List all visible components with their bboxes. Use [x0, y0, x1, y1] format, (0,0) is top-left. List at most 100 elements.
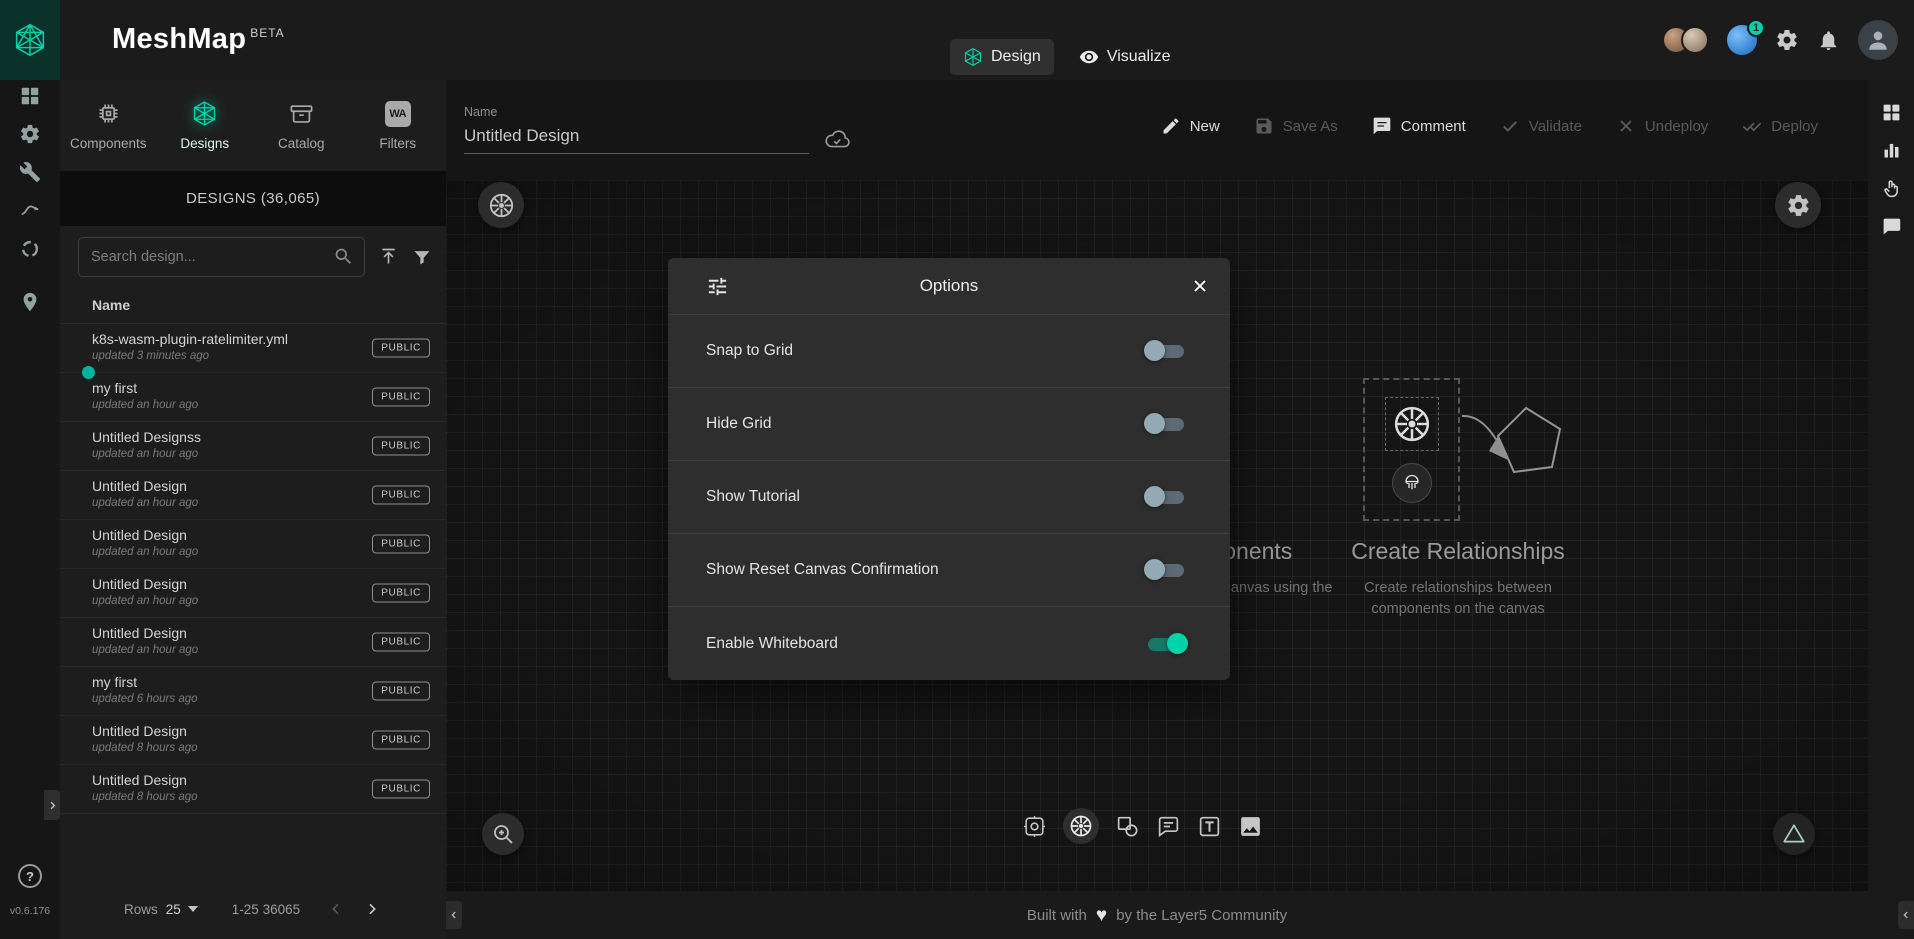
show-tutorial-toggle[interactable] — [1144, 484, 1188, 510]
tab-designs[interactable]: Designs — [157, 80, 254, 171]
cone-shape-button[interactable] — [1773, 813, 1815, 855]
search-icon — [333, 246, 354, 267]
new-design-button[interactable]: New — [1161, 116, 1220, 136]
design-row[interactable]: Untitled Design updated an hour ago PUBL… — [60, 471, 446, 520]
deploy-button[interactable]: Deploy — [1742, 116, 1818, 136]
hide-grid-toggle[interactable] — [1144, 411, 1188, 437]
rail-extensions-button[interactable] — [19, 238, 41, 260]
dock-application-button[interactable] — [1022, 814, 1047, 839]
dock-text-button[interactable] — [1197, 814, 1222, 839]
interaction-drawer-button[interactable] — [1881, 178, 1902, 199]
comment-button[interactable]: Comment — [1372, 116, 1466, 136]
collaborator-avatar[interactable] — [1681, 26, 1709, 54]
chevron-left-icon — [449, 910, 459, 920]
collapse-panel-handle[interactable] — [446, 901, 462, 929]
collapse-right-rail-handle[interactable] — [1898, 901, 1914, 929]
rows-per-page-label: Rows — [124, 902, 158, 917]
triangle-icon — [1781, 821, 1807, 847]
save-as-button[interactable]: Save As — [1254, 116, 1338, 136]
rows-per-page-select[interactable]: 25 — [166, 902, 198, 917]
filter-designs-button[interactable] — [412, 247, 432, 267]
action-label: Undeploy — [1645, 118, 1708, 135]
design-name: Untitled Designss — [92, 429, 347, 445]
reset-canvas-confirmation-toggle[interactable] — [1144, 557, 1188, 583]
design-row[interactable]: my first updated an hour ago PUBLIC — [60, 373, 446, 422]
design-name: my first — [92, 674, 347, 690]
rail-dashboard-button[interactable] — [19, 85, 41, 107]
design-row[interactable]: Untitled Design updated an hour ago PUBL… — [60, 520, 446, 569]
rail-performance-button[interactable] — [19, 199, 41, 221]
canvas-options-button[interactable] — [1775, 182, 1821, 228]
rail-lifecycle-button[interactable] — [19, 123, 41, 145]
question-mark-icon: ? — [18, 864, 42, 888]
kubernetes-node-icon — [1385, 397, 1439, 451]
page-title: MeshMapBETA — [112, 23, 285, 56]
undeploy-button[interactable]: Undeploy — [1616, 116, 1708, 136]
person-icon — [1865, 27, 1891, 53]
visualize-mode-button[interactable]: Visualize — [1066, 39, 1184, 75]
expand-nav-handle[interactable] — [44, 790, 60, 820]
cloud-save-status-icon — [824, 127, 850, 153]
settings-gear-button[interactable] — [1775, 28, 1799, 52]
relationship-example-box — [1363, 378, 1460, 521]
enable-whiteboard-toggle[interactable] — [1144, 631, 1188, 657]
layer5-mesh-icon — [12, 22, 48, 58]
design-row[interactable]: Untitled Design updated 8 hours ago PUBL… — [60, 765, 446, 814]
zoom-in-icon — [491, 822, 515, 846]
close-dialog-button[interactable] — [1182, 268, 1218, 304]
design-name: Untitled Design — [92, 625, 347, 641]
design-row[interactable]: k8s-wasm-plugin-ratelimiter.yml updated … — [60, 324, 446, 373]
map-pin-icon — [19, 291, 41, 313]
tab-catalog[interactable]: Catalog — [253, 80, 350, 171]
canvas-footer: Built with ♥ by the Layer5 Community — [446, 891, 1868, 939]
design-row[interactable]: my first updated 6 hours ago PUBLIC — [60, 667, 446, 716]
dock-media-button[interactable] — [1238, 814, 1263, 839]
zoom-in-button[interactable] — [482, 813, 524, 855]
upload-icon — [378, 246, 399, 267]
visibility-badge: PUBLIC — [372, 535, 430, 554]
option-row: Hide Grid — [668, 388, 1230, 461]
snap-to-grid-toggle[interactable] — [1144, 338, 1188, 364]
design-name-input[interactable] — [464, 122, 809, 154]
design-row[interactable]: Untitled Design updated 8 hours ago PUBL… — [60, 716, 446, 765]
comment-icon — [1372, 116, 1392, 136]
eye-icon — [1079, 47, 1099, 67]
design-mode-label: Design — [991, 48, 1041, 66]
dock-shapes-button[interactable] — [1115, 814, 1140, 839]
rail-location-button[interactable] — [19, 291, 41, 313]
rail-configuration-button[interactable] — [19, 161, 41, 183]
prev-page-button[interactable] — [322, 895, 350, 923]
tab-filters[interactable]: WA Filters — [350, 80, 447, 171]
application-icon — [1022, 814, 1047, 839]
meshery-session-avatar[interactable]: 1 — [1727, 25, 1757, 55]
options-dialog-header: Options — [668, 258, 1230, 315]
pencil-icon — [1161, 116, 1181, 136]
design-row[interactable]: Untitled Designss updated an hour ago PU… — [60, 422, 446, 471]
segmented-ring-icon — [19, 238, 41, 260]
upload-design-button[interactable] — [378, 246, 399, 267]
notifications-bell-button[interactable] — [1817, 29, 1840, 52]
action-label: Save As — [1283, 118, 1338, 135]
dock-kubernetes-button[interactable] — [1063, 808, 1099, 844]
components-drawer-button[interactable] — [1881, 102, 1902, 123]
design-row[interactable]: Untitled Design updated an hour ago PUBL… — [60, 569, 446, 618]
layer5-logo[interactable] — [0, 0, 60, 80]
validate-button[interactable]: Validate — [1500, 116, 1582, 136]
help-button[interactable]: ? — [18, 864, 42, 888]
canvas-kubernetes-button[interactable] — [478, 182, 524, 228]
metrics-drawer-button[interactable] — [1881, 140, 1902, 161]
tab-components[interactable]: Components — [60, 80, 157, 171]
chevron-right-icon — [47, 800, 58, 811]
design-row[interactable]: Untitled Design updated an hour ago PUBL… — [60, 618, 446, 667]
search-input[interactable] — [91, 249, 333, 265]
user-avatar-button[interactable] — [1858, 20, 1898, 60]
tab-label: Components — [70, 136, 147, 151]
dock-comment-button[interactable] — [1156, 814, 1181, 839]
action-label: Deploy — [1771, 118, 1818, 135]
tune-sliders-icon — [706, 275, 729, 298]
meshery-node-icon — [1392, 463, 1432, 503]
image-icon — [1238, 814, 1263, 839]
design-mode-button[interactable]: Design — [950, 39, 1054, 75]
next-page-button[interactable] — [358, 895, 386, 923]
chat-drawer-button[interactable] — [1881, 216, 1902, 237]
